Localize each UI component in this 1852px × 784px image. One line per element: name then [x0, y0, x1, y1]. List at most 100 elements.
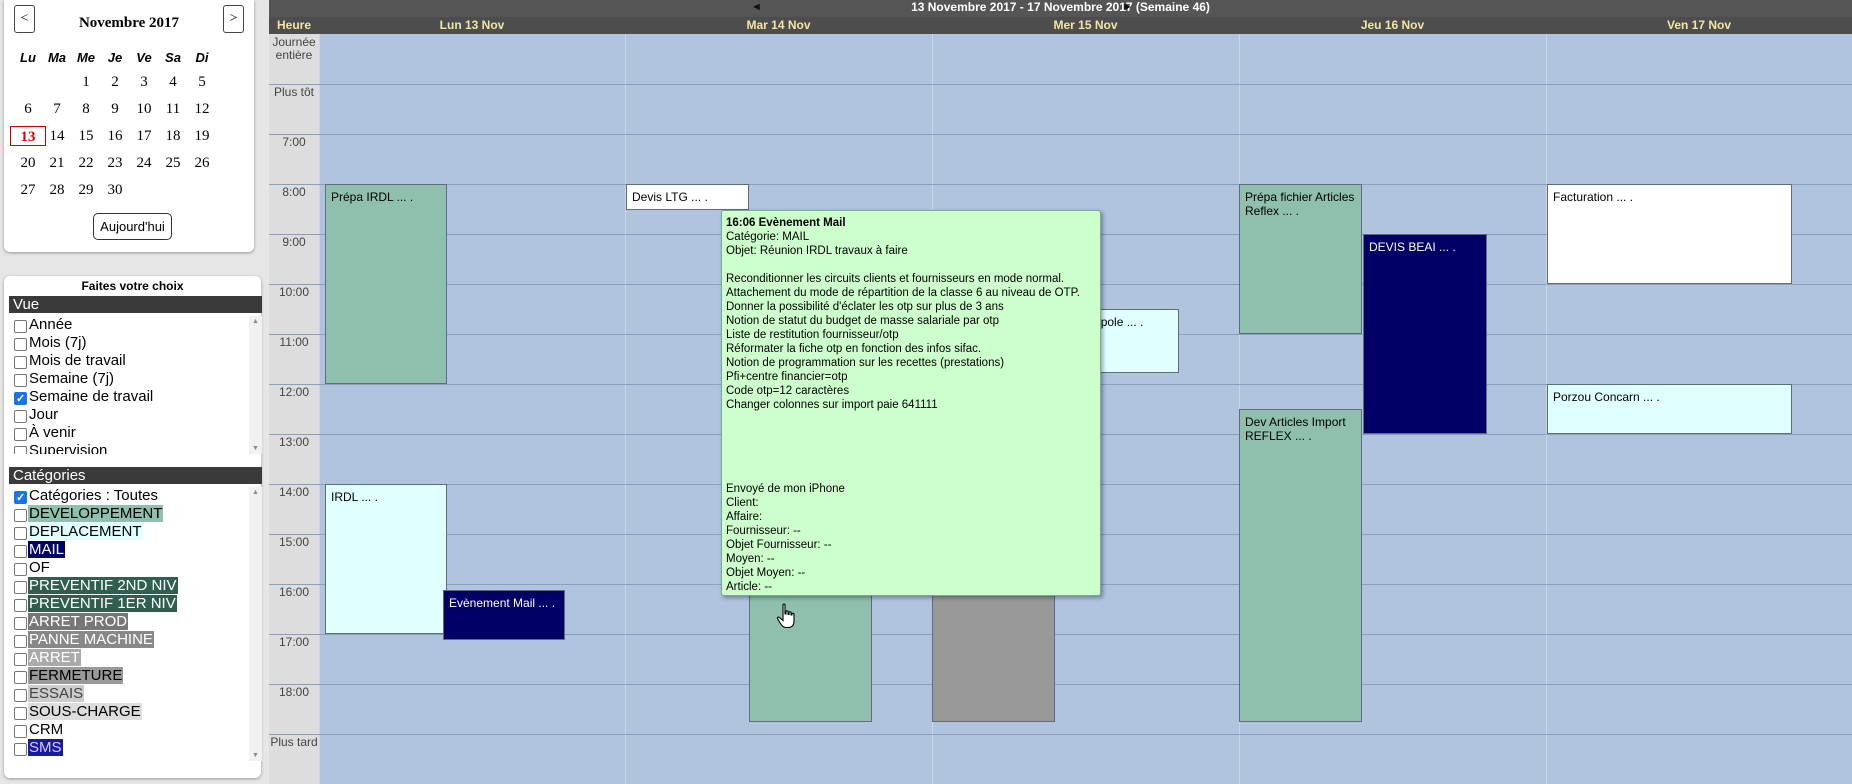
tooltip-title: 16:06 Evènement Mail	[726, 217, 846, 229]
category-option[interactable]: DEVELOPPEMENT	[9, 505, 262, 523]
calendar-day[interactable]: 8	[71, 99, 101, 119]
event-devis-beai[interactable]: DEVIS BEAI ... .	[1363, 234, 1487, 434]
category-option[interactable]: SMS	[9, 739, 262, 757]
category-option[interactable]: ESSAIS	[9, 685, 262, 703]
view-checkbox[interactable]	[14, 428, 27, 441]
view-checkbox[interactable]	[14, 356, 27, 369]
view-option[interactable]: Semaine (7j)	[9, 370, 262, 388]
category-checkbox[interactable]	[14, 707, 27, 720]
category-checkbox[interactable]	[14, 563, 27, 576]
hour-label: 8:00	[282, 185, 306, 199]
calendar-day[interactable]: 14	[42, 126, 72, 146]
calendar-day[interactable]: 25	[158, 153, 188, 173]
category-option[interactable]: MAIL	[9, 541, 262, 559]
calendar-day-today[interactable]: 13	[10, 126, 46, 146]
category-checkbox[interactable]	[14, 527, 27, 540]
category-checkbox[interactable]	[14, 671, 27, 684]
event-devis-ltg[interactable]: Devis LTG ... .	[626, 184, 749, 210]
category-checkbox[interactable]	[14, 635, 27, 648]
category-option[interactable]: ARRET PROD	[9, 613, 262, 631]
category-option[interactable]: FERMETURE	[9, 667, 262, 685]
calendar-day[interactable]: 30	[100, 180, 130, 200]
category-option[interactable]: DEPLACEMENT	[9, 523, 262, 541]
next-month-button[interactable]: >	[223, 5, 244, 33]
tooltip-line: Objet Fournisseur: --	[726, 539, 832, 551]
category-checkbox[interactable]	[14, 489, 27, 507]
category-checkbox[interactable]	[14, 599, 27, 612]
event-prepa-fichier-articles[interactable]: Prépa fichier Articles Reflex ... .	[1239, 184, 1362, 334]
view-checkbox[interactable]	[14, 390, 27, 408]
view-option[interactable]: Semaine de travail	[9, 388, 262, 408]
category-option[interactable]: SOUS-CHARGE	[9, 703, 262, 721]
calendar-day[interactable]: 7	[42, 99, 72, 119]
category-label: MAIL	[28, 541, 66, 558]
category-option[interactable]: OF	[9, 559, 262, 577]
calendar-day[interactable]: 20	[13, 153, 43, 173]
category-checkbox[interactable]	[14, 617, 27, 630]
calendar-day[interactable]: 26	[187, 153, 217, 173]
view-checkbox[interactable]	[14, 446, 27, 454]
calendar-day[interactable]: 19	[187, 126, 217, 146]
calendar-day[interactable]: 27	[13, 180, 43, 200]
category-option[interactable]: PREVENTIF 1ER NIV	[9, 595, 262, 613]
day-header-wednesday[interactable]: Mer 15 Nov	[932, 17, 1239, 34]
event-dev-articles-import[interactable]: Dev Articles Import REFLEX ... .	[1239, 409, 1362, 722]
view-option[interactable]: À venir	[9, 424, 262, 442]
view-option[interactable]: Mois (7j)	[9, 334, 262, 352]
calendar-day[interactable]: 21	[42, 153, 72, 173]
calendar-day[interactable]: 24	[129, 153, 159, 173]
event-evenement-mail[interactable]: Evènement Mail ... .	[443, 590, 565, 640]
calendar-day[interactable]: 4	[158, 72, 188, 92]
view-checkbox[interactable]	[14, 374, 27, 387]
calendar-day[interactable]: 15	[71, 126, 101, 146]
today-button[interactable]: Aujourd'hui	[93, 213, 172, 240]
category-checkbox[interactable]	[14, 545, 27, 558]
day-header-friday[interactable]: Ven 17 Nov	[1546, 17, 1852, 34]
calendar-day[interactable]: 2	[100, 72, 130, 92]
calendar-day[interactable]: 22	[71, 153, 101, 173]
view-option[interactable]: Année	[9, 316, 262, 334]
view-checkbox[interactable]	[14, 338, 27, 351]
calendar-day[interactable]: 10	[129, 99, 159, 119]
category-option[interactable]: ARRET	[9, 649, 262, 667]
calendar-day[interactable]: 17	[129, 126, 159, 146]
calendar-day[interactable]: 29	[71, 180, 101, 200]
calendar-day[interactable]: 6	[13, 99, 43, 119]
day-header-tuesday[interactable]: Mar 14 Nov	[625, 17, 932, 34]
category-option[interactable]: PREVENTIF 2ND NIV	[9, 577, 262, 595]
category-option[interactable]: CRM	[9, 721, 262, 739]
view-option[interactable]: Jour	[9, 406, 262, 424]
calendar-day[interactable]: 12	[187, 99, 217, 119]
view-option[interactable]: Supervision	[9, 442, 262, 454]
view-checkbox[interactable]	[14, 320, 27, 333]
view-option[interactable]: Mois de travail	[9, 352, 262, 370]
category-checkbox[interactable]	[14, 689, 27, 702]
category-checkbox[interactable]	[14, 509, 27, 522]
calendar-day[interactable]: 3	[129, 72, 159, 92]
category-option[interactable]: PANNE MACHINE	[9, 631, 262, 649]
view-checkbox[interactable]	[14, 410, 27, 423]
view-list-scrollbar[interactable]: ▲ ▼	[249, 316, 262, 454]
event-facturation[interactable]: Facturation ... .	[1547, 184, 1792, 284]
category-option[interactable]: Catégories : Toutes	[9, 487, 262, 507]
calendar-day[interactable]: 18	[158, 126, 188, 146]
prev-week-arrow[interactable]: ◄	[751, 0, 762, 14]
category-checkbox[interactable]	[14, 581, 27, 594]
day-header-thursday[interactable]: Jeu 16 Nov	[1239, 17, 1546, 34]
category-checkbox[interactable]	[14, 653, 27, 666]
day-header-monday[interactable]: Lun 13 Nov	[319, 17, 625, 34]
category-checkbox[interactable]	[14, 743, 27, 756]
event-porzou-concarn[interactable]: Porzou Concarn ... .	[1547, 384, 1792, 434]
event-prepa-irdl[interactable]: Prépa IRDL ... .	[325, 184, 447, 384]
category-checkbox[interactable]	[14, 725, 27, 738]
calendar-day[interactable]: 9	[100, 99, 130, 119]
categories-scrollbar[interactable]: ▲ ▼	[249, 487, 262, 761]
calendar-day[interactable]: 16	[100, 126, 130, 146]
calendar-day[interactable]: 23	[100, 153, 130, 173]
calendar-day[interactable]: 1	[71, 72, 101, 92]
calendar-day[interactable]: 5	[187, 72, 217, 92]
calendar-day[interactable]: 11	[158, 99, 188, 119]
event-irdl[interactable]: IRDL ... .	[325, 484, 447, 634]
next-week-arrow[interactable]: ►	[1122, 0, 1133, 14]
calendar-day[interactable]: 28	[42, 180, 72, 200]
